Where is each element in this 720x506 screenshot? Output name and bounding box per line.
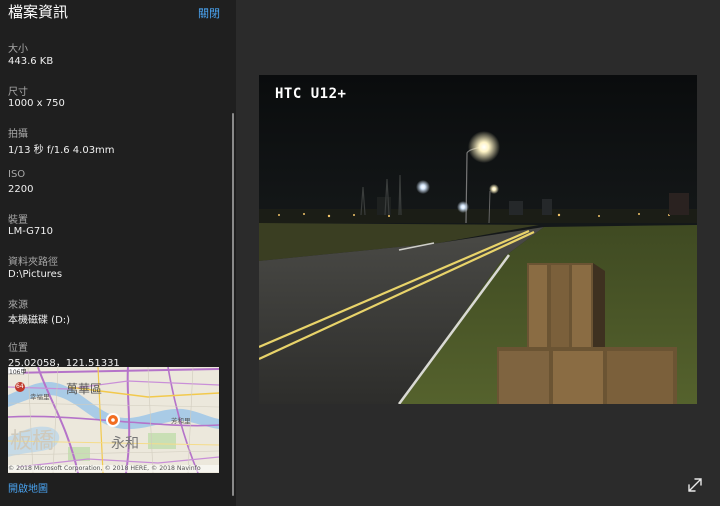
location-map[interactable]: 106甲 64 萬華區 幸福里 芳和里 永和 板橋 © 2018 Microso… [8, 367, 219, 473]
size-value: 443.6 KB [8, 56, 54, 67]
map-area-label: 幸福里 [30, 393, 50, 401]
exposure-value: 1/13 秒 f/1.6 4.03mm [8, 145, 115, 156]
size-label: 大小 [8, 44, 28, 55]
file-info-panel: 檔案資訊 關閉 大小 443.6 KB 尺寸 1000 x 750 拍攝 1/1… [0, 0, 236, 506]
map-district-label-3: 板橋 [10, 429, 55, 454]
panel-scrollbar[interactable] [232, 113, 234, 496]
iso-value: 2200 [8, 184, 34, 195]
photo-preview: HTC U12+ [259, 75, 697, 404]
map-road-label: 106甲 [9, 369, 27, 376]
map-road-number: 64 [16, 383, 24, 390]
device-value: LM-G710 [8, 226, 54, 237]
map-district-label: 萬華區 [66, 382, 103, 396]
map-area-label-2: 芳和里 [171, 417, 191, 425]
camera-watermark: HTC U12+ [275, 86, 347, 102]
open-map-link[interactable]: 開啟地圖 [8, 480, 48, 495]
folder-path-value[interactable]: D:\Pictures [8, 269, 62, 280]
map-district-label-2: 永和 [111, 436, 139, 452]
source-label: 來源 [8, 300, 28, 311]
map-copyright: © 2018 Microsoft Corporation, © 2018 HER… [8, 465, 219, 472]
iso-label: ISO [8, 169, 26, 180]
night-road-photo [259, 75, 697, 404]
exposure-label: 拍攝 [8, 129, 28, 140]
expand-icon[interactable] [686, 476, 704, 494]
dimensions-value: 1000 x 750 [8, 98, 65, 109]
panel-title: 檔案資訊 [8, 3, 69, 21]
dimensions-label: 尺寸 [8, 87, 28, 98]
location-label: 位置 [8, 343, 28, 354]
folder-path-label: 資料夾路徑 [8, 257, 58, 268]
source-value: 本機磁碟 (D:) [8, 315, 71, 326]
device-label: 裝置 [8, 215, 28, 226]
close-button[interactable]: 關閉 [198, 5, 220, 21]
photo-viewer-window: 檔案資訊 關閉 大小 443.6 KB 尺寸 1000 x 750 拍攝 1/1… [0, 0, 720, 506]
